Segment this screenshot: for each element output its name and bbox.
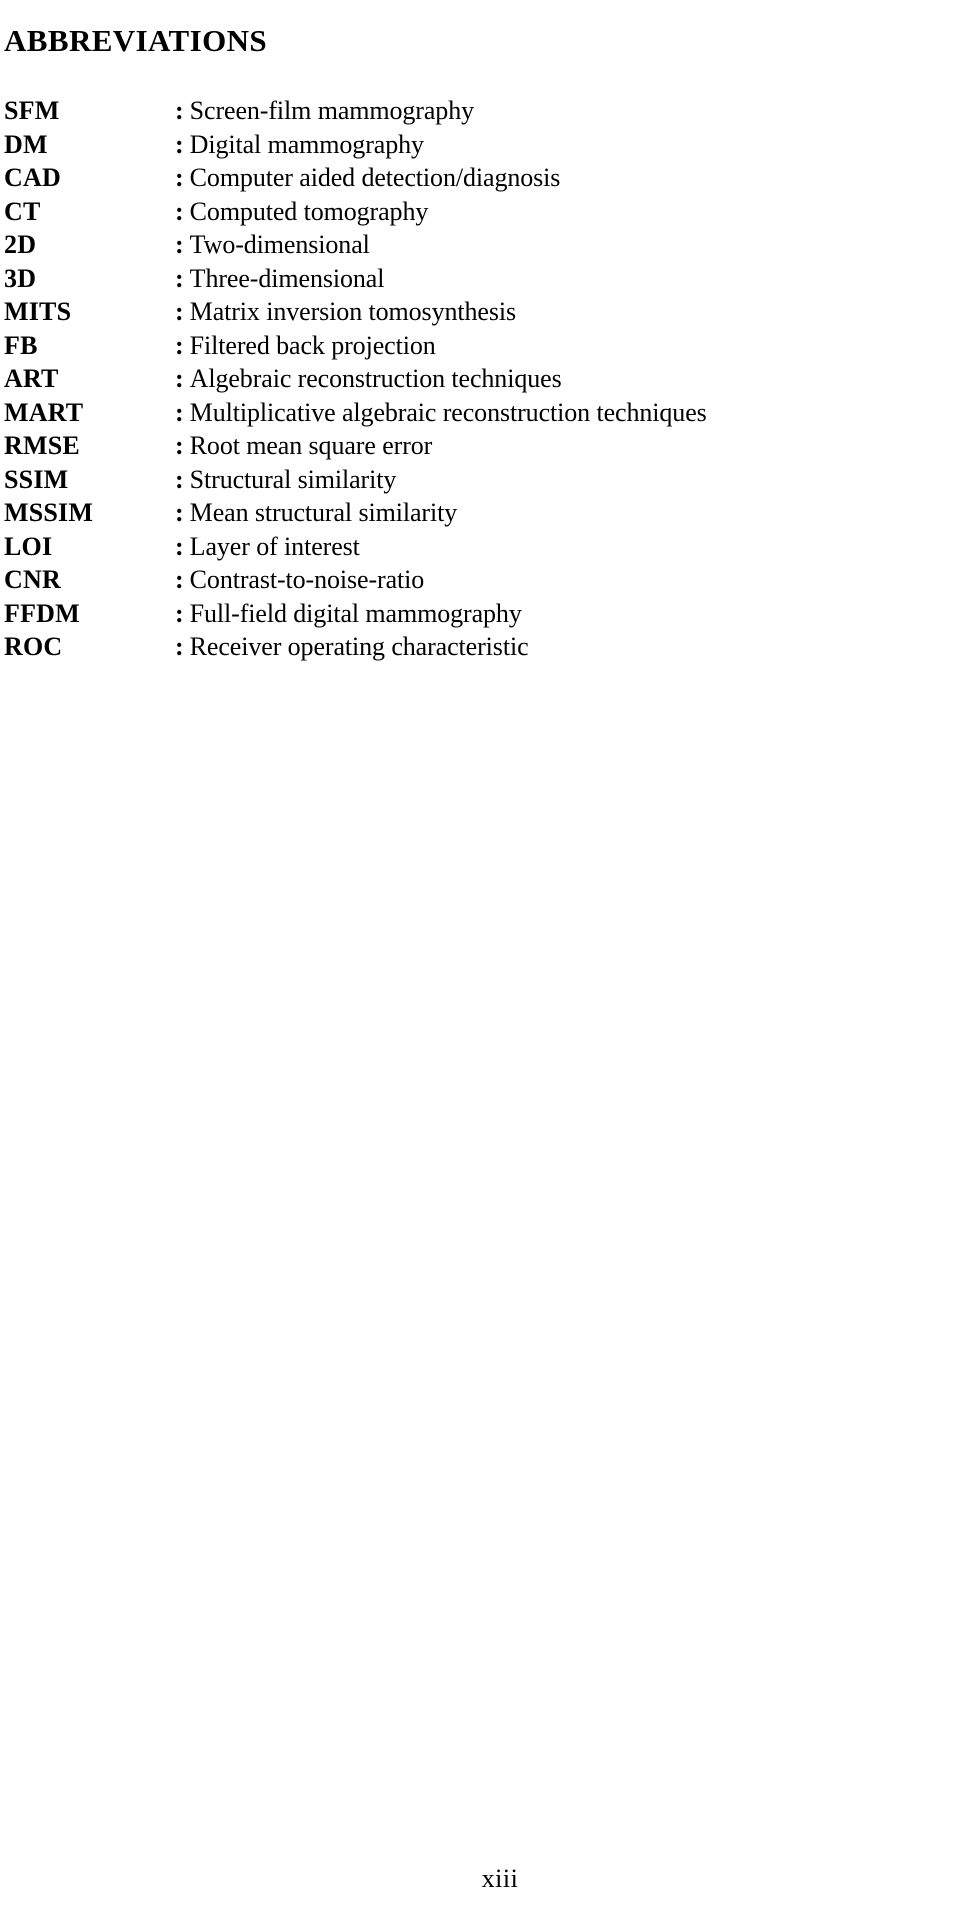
abbreviation-definition: Layer of interest: [189, 531, 360, 561]
abbreviation-term: CAD: [4, 163, 61, 192]
abbreviation-definition: Screen-film mammography: [189, 96, 475, 125]
abbreviation-definition: Three-dimensional: [189, 263, 385, 293]
abbreviation-separator: :: [175, 230, 184, 259]
abbreviation-definition: Receiver operating characteristic: [189, 632, 529, 661]
abbreviation-term: DM: [4, 129, 48, 159]
abbreviation-separator: :: [175, 397, 184, 427]
abbreviation-definition: Full-field digital mammography: [189, 598, 522, 628]
abbreviation-row: MITS: Matrix inversion tomosynthesis: [0, 295, 940, 329]
abbreviation-separator: :: [175, 565, 184, 594]
abbreviation-row: MSSIM: Mean structural similarity: [0, 496, 940, 530]
abbreviation-term: LOI: [4, 531, 53, 561]
document-page: ABBREVIATIONS SFM: Screen-film mammograph…: [0, 0, 960, 1926]
abbreviation-definition: Computed tomography: [189, 196, 429, 226]
abbreviation-row: SFM: Screen-film mammography: [0, 94, 940, 128]
abbreviation-definition: Algebraic reconstruction techniques: [189, 364, 562, 393]
abbreviation-separator: :: [175, 632, 184, 661]
abbreviation-separator: :: [175, 196, 184, 226]
abbreviation-definition: Structural similarity: [189, 464, 397, 494]
page-title: ABBREVIATIONS: [4, 22, 268, 58]
abbreviation-definition: Root mean square error: [189, 431, 433, 460]
abbreviation-term: FB: [4, 330, 38, 360]
abbreviation-separator: :: [175, 464, 184, 494]
page-number-value: xiii: [481, 1864, 519, 1893]
abbreviation-separator: :: [175, 598, 184, 628]
abbreviation-separator: :: [175, 364, 184, 393]
abbreviation-separator: :: [175, 163, 184, 192]
abbreviation-definition: Mean structural similarity: [189, 498, 458, 527]
abbreviation-separator: :: [175, 129, 184, 159]
abbreviation-separator: :: [175, 297, 184, 326]
abbreviation-row: LOI: Layer of interest: [0, 530, 940, 564]
abbreviation-separator: :: [175, 431, 184, 460]
page-number: xiii: [0, 1864, 960, 1894]
abbreviation-term: FFDM: [4, 598, 80, 628]
abbreviation-term: 3D: [4, 263, 37, 293]
abbreviation-separator: :: [175, 96, 184, 125]
abbreviation-term: SSIM: [4, 464, 69, 494]
abbreviation-row: CT: Computed tomography: [0, 195, 940, 229]
abbreviation-term: ART: [4, 364, 59, 393]
abbreviation-definition: Two-dimensional: [189, 230, 370, 259]
abbreviation-term: 2D: [4, 230, 37, 259]
abbreviation-term: CNR: [4, 565, 61, 594]
abbreviation-row: 2D: Two-dimensional: [0, 228, 940, 262]
abbreviation-term: SFM: [4, 96, 60, 125]
abbreviation-row: FFDM: Full-field digital mammography: [0, 597, 940, 631]
abbreviation-definition: Computer aided detection/diagnosis: [189, 163, 561, 192]
abbreviation-row: 3D: Three-dimensional: [0, 262, 940, 296]
abbreviation-separator: :: [175, 531, 184, 561]
abbreviation-term: RMSE: [4, 431, 80, 460]
abbreviation-row: MART: Multiplicative algebraic reconstruc…: [0, 396, 940, 430]
abbreviation-row: SSIM: Structural similarity: [0, 463, 940, 497]
abbreviation-definition: Multiplicative algebraic reconstruction …: [189, 397, 707, 427]
abbreviation-term: MITS: [4, 297, 72, 326]
abbreviation-row: FB: Filtered back projection: [0, 329, 940, 363]
abbreviation-term: ROC: [4, 632, 63, 661]
abbreviation-row: ROC: Receiver operating characteristic: [0, 630, 940, 664]
abbreviation-definition: Contrast-to-noise-ratio: [189, 565, 425, 594]
abbreviation-row: RMSE: Root mean square error: [0, 429, 940, 463]
abbreviation-term: MSSIM: [4, 498, 94, 527]
abbreviation-row: ART: Algebraic reconstruction techniques: [0, 362, 940, 396]
abbreviation-definition: Matrix inversion tomosynthesis: [189, 297, 516, 326]
abbreviation-separator: :: [175, 498, 184, 527]
abbreviation-row: DM: Digital mammography: [0, 128, 940, 162]
abbreviation-definition: Digital mammography: [189, 129, 424, 159]
abbreviation-separator: :: [175, 330, 184, 360]
abbreviations-list: SFM: Screen-film mammography DM: Digital ma…: [0, 94, 940, 664]
abbreviation-definition: Filtered back projection: [189, 330, 436, 360]
abbreviation-separator: :: [175, 263, 184, 293]
abbreviation-row: CAD: Computer aided detection/diagnosis: [0, 161, 940, 195]
abbreviation-term: CT: [4, 196, 41, 226]
abbreviation-row: CNR: Contrast-to-noise-ratio: [0, 563, 940, 597]
abbreviation-term: MART: [4, 397, 84, 427]
